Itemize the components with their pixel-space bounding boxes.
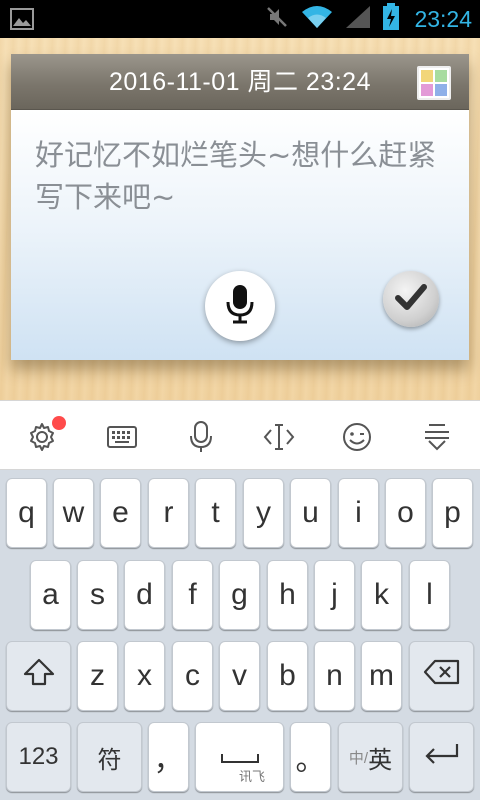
emoji-icon[interactable]: [340, 420, 374, 454]
shift-key[interactable]: [6, 641, 71, 711]
hide-keyboard-icon[interactable]: [420, 420, 454, 454]
image-icon: [10, 8, 34, 34]
check-icon: [395, 283, 427, 315]
key-b[interactable]: b: [267, 641, 308, 711]
lang-small-label: 中/: [348, 749, 369, 767]
backspace-key[interactable]: [409, 641, 474, 711]
key-f[interactable]: f: [172, 560, 213, 630]
key-r[interactable]: r: [148, 478, 189, 548]
language-switch-key[interactable]: 中/ 英: [338, 722, 403, 792]
battery-charging-icon: [382, 3, 400, 35]
key-h[interactable]: h: [267, 560, 308, 630]
comma-key[interactable]: ，: [148, 722, 189, 792]
key-j[interactable]: j: [314, 560, 355, 630]
key-w[interactable]: w: [53, 478, 94, 548]
note-date: 2016-11-01 周二 23:24: [109, 68, 371, 96]
voice-input-button[interactable]: [205, 271, 275, 341]
key-e[interactable]: e: [100, 478, 141, 548]
key-t[interactable]: t: [195, 478, 236, 548]
backspace-icon: [423, 659, 461, 693]
space-brand-label: 讯飞: [238, 769, 265, 784]
clock: 23:24: [414, 5, 472, 32]
number-mode-key[interactable]: 123: [6, 722, 71, 792]
keyboard-icon[interactable]: [105, 420, 139, 454]
wifi-icon: [300, 4, 334, 34]
key-l[interactable]: l: [409, 560, 450, 630]
signal-icon: [344, 4, 372, 34]
voice-icon[interactable]: [184, 420, 218, 454]
key-g[interactable]: g: [219, 560, 260, 630]
key-i[interactable]: i: [338, 478, 379, 548]
lang-big-label: 英: [368, 746, 393, 774]
key-d[interactable]: d: [124, 560, 165, 630]
key-a[interactable]: a: [30, 560, 71, 630]
enter-key[interactable]: [409, 722, 474, 792]
note-header: 2016-11-01 周二 23:24: [11, 54, 469, 110]
mute-icon: [264, 4, 290, 34]
confirm-button[interactable]: [383, 271, 439, 327]
enter-icon: [423, 740, 461, 774]
key-u[interactable]: u: [290, 478, 331, 548]
notification-dot: [52, 416, 66, 430]
shift-icon: [22, 657, 56, 695]
key-m[interactable]: m: [361, 641, 402, 711]
key-q[interactable]: q: [6, 478, 47, 548]
status-bar: 23:24: [0, 0, 480, 38]
key-y[interactable]: y: [243, 478, 284, 548]
key-k[interactable]: k: [361, 560, 402, 630]
space-key[interactable]: 讯飞: [195, 722, 284, 792]
symbol-key[interactable]: 符: [77, 722, 142, 792]
key-o[interactable]: o: [385, 478, 426, 548]
palette-icon[interactable]: [417, 66, 451, 100]
key-n[interactable]: n: [314, 641, 355, 711]
note-body[interactable]: 好记忆不如烂笔头~想什么赶紧写下来吧~: [11, 110, 469, 360]
mic-icon: [224, 284, 256, 328]
keyboard: q w e r t y u i o p a s d f g h j k l z …: [0, 470, 480, 800]
key-v[interactable]: v: [219, 641, 260, 711]
key-p[interactable]: p: [432, 478, 473, 548]
key-x[interactable]: x: [124, 641, 165, 711]
key-z[interactable]: z: [77, 641, 118, 711]
key-c[interactable]: c: [172, 641, 213, 711]
note-hint[interactable]: 好记忆不如烂笔头~想什么赶紧写下来吧~: [35, 134, 445, 218]
key-s[interactable]: s: [77, 560, 118, 630]
note-card: 2016-11-01 周二 23:24 好记忆不如烂笔头~想什么赶紧写下来吧~: [11, 54, 469, 360]
cursor-icon[interactable]: [262, 420, 296, 454]
period-key[interactable]: 。: [290, 722, 331, 792]
keyboard-toolbar: [0, 400, 480, 470]
